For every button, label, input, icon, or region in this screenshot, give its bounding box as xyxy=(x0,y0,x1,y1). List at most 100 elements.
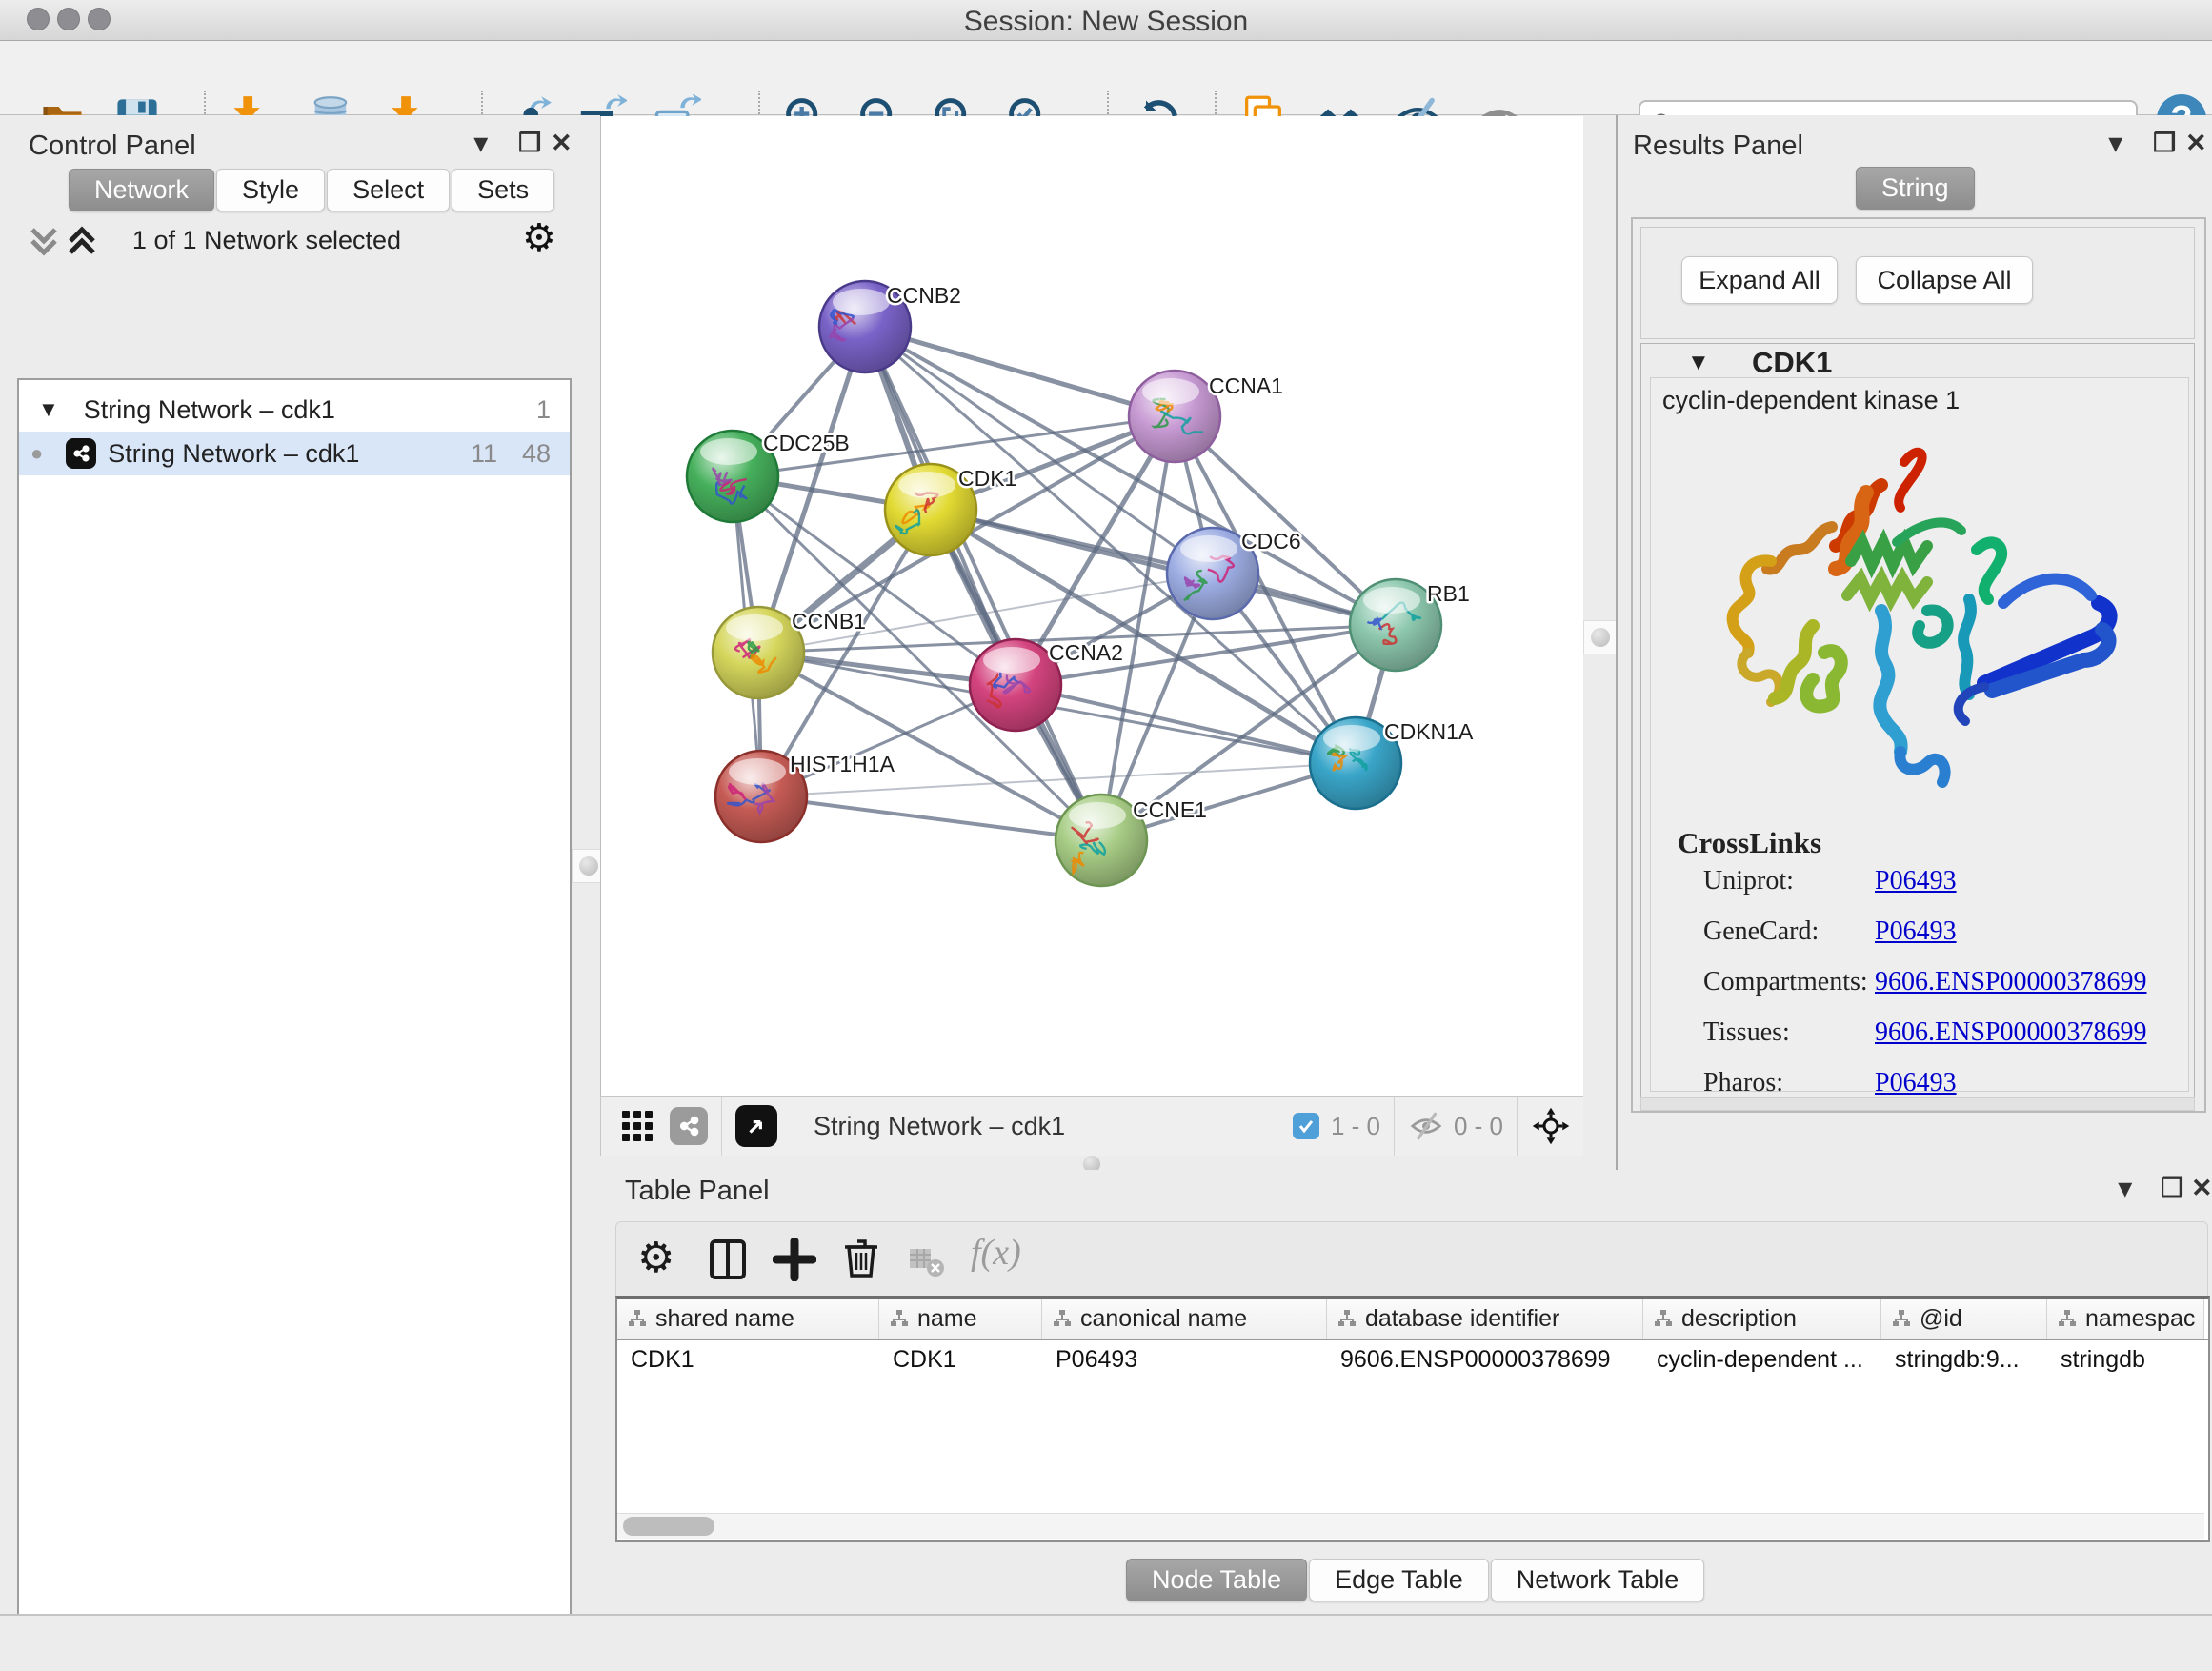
network-current-dot-icon: ● xyxy=(30,441,43,466)
crosslink-link[interactable]: P06493 xyxy=(1875,1068,1957,1098)
maximize-panel-icon[interactable]: ❒ xyxy=(2161,1174,2183,1203)
crosslink-label: Compartments: xyxy=(1703,967,1868,997)
crosslink-link[interactable]: P06493 xyxy=(1875,916,1957,947)
network-tree: ▼ String Network – cdk1 1 ● String Netwo… xyxy=(17,378,572,1671)
tab-network[interactable]: Network xyxy=(69,169,214,211)
column-header-namespac[interactable]: namespac xyxy=(2047,1299,2204,1339)
collapse-all-button[interactable]: Collapse All xyxy=(1856,256,2033,304)
table-cell[interactable]: 9606.ENSP00000378699 xyxy=(1327,1340,1643,1379)
table-hscrollbar-thumb[interactable] xyxy=(623,1517,714,1536)
protein-structure-image xyxy=(1699,428,2146,818)
node-gloss-highlight xyxy=(1363,587,1420,614)
crosslink-label: GeneCard: xyxy=(1703,916,1819,947)
crosslink-row: GeneCard: P06493 xyxy=(1651,916,2188,967)
node-label-CDK1: CDK1 xyxy=(958,466,1016,491)
edge-CCNB2-CCNA1[interactable] xyxy=(865,327,1175,416)
status-bar: Memory xyxy=(0,1614,2212,1671)
right-splitter-handle[interactable] xyxy=(1583,620,1618,654)
collection-expand-icon[interactable]: ▼ xyxy=(38,397,59,422)
crosslink-link[interactable]: 9606.ENSP00000378699 xyxy=(1875,967,2146,997)
edge-HIST1H1A-CCNE1[interactable] xyxy=(761,796,1101,840)
table-tabs: Node TableEdge TableNetwork Table xyxy=(1126,1559,1706,1601)
node-label-CCNA2: CCNA2 xyxy=(1049,640,1123,665)
network-selection-status: 1 of 1 Network selected xyxy=(0,226,533,255)
network-collection-row[interactable]: ▼ String Network – cdk1 1 xyxy=(19,388,570,432)
network-options-gear-icon[interactable]: ⚙ xyxy=(522,216,556,260)
tab-network-table[interactable]: Network Table xyxy=(1491,1559,1705,1601)
table-cell[interactable]: CDK1 xyxy=(617,1340,879,1379)
tab-sets[interactable]: Sets xyxy=(452,169,554,211)
crosslink-row: Tissues:9606.ENSP00000378699 xyxy=(1651,1017,2188,1068)
column-header-description[interactable]: description xyxy=(1643,1299,1881,1339)
crosslink-row: Uniprot: P06493 xyxy=(1651,866,2188,916)
close-panel-icon[interactable]: ✕ xyxy=(2185,129,2207,158)
results-hscrollbar[interactable] xyxy=(1640,1097,2195,1111)
maximize-panel-icon[interactable]: ❒ xyxy=(2153,129,2176,158)
node-CCNA1[interactable] xyxy=(1129,371,1220,462)
fit-content-crosshair-icon[interactable] xyxy=(1531,1106,1571,1146)
crosslink-link[interactable]: 9606.ENSP00000378699 xyxy=(1875,1017,2146,1048)
gene-collapse-icon[interactable]: ▼ xyxy=(1687,350,1710,376)
node-label-CCNA1: CCNA1 xyxy=(1209,373,1283,398)
column-header-canonical-name[interactable]: canonical name xyxy=(1042,1299,1327,1339)
close-panel-icon[interactable]: ✕ xyxy=(551,129,573,158)
results-buttons-box: Expand All Collapse All xyxy=(1640,227,2195,339)
network-edge-count: 48 xyxy=(522,439,551,469)
expand-all-button[interactable]: Expand All xyxy=(1681,256,1838,304)
node-CCNB1[interactable] xyxy=(713,607,804,698)
tab-string[interactable]: String xyxy=(1856,167,1975,210)
string-network-icon xyxy=(66,438,96,469)
crosslink-link[interactable]: P06493 xyxy=(1875,866,1957,896)
edge-CDK1-RB1[interactable] xyxy=(931,510,1396,625)
table-settings-gear-icon[interactable]: ⚙ xyxy=(637,1234,674,1282)
node-CCNA2[interactable] xyxy=(970,639,1061,731)
selected-nodes-checkbox[interactable] xyxy=(1293,1113,1319,1139)
node-label-RB1: RB1 xyxy=(1427,581,1470,606)
left-splitter[interactable] xyxy=(572,115,600,1614)
tab-edge-table[interactable]: Edge Table xyxy=(1309,1559,1489,1601)
table-cell[interactable]: stringdb xyxy=(2047,1340,2204,1379)
collection-count: 1 xyxy=(536,395,551,425)
toolbar-divider xyxy=(721,1097,722,1156)
network-view-toolbar: String Network – cdk1 1 - 0 0 - 0 xyxy=(600,1096,1585,1157)
bottom-splitter[interactable] xyxy=(600,1156,1583,1170)
add-column-icon[interactable] xyxy=(773,1238,816,1281)
table-cell[interactable]: P06493 xyxy=(1042,1340,1327,1379)
node-gloss-highlight xyxy=(726,614,783,641)
string-view-icon[interactable] xyxy=(670,1107,708,1145)
crosslink-label: Uniprot: xyxy=(1703,866,1794,896)
tab-select[interactable]: Select xyxy=(327,169,450,211)
tab-style[interactable]: Style xyxy=(216,169,325,211)
float-panel-icon[interactable]: ▾ xyxy=(2109,129,2122,158)
grid-view-icon[interactable] xyxy=(618,1107,656,1145)
table-panel-title: Table Panel xyxy=(625,1176,770,1207)
gene-details: cyclin-dependent kinase 1 xyxy=(1650,377,2189,1092)
close-panel-icon[interactable]: ✕ xyxy=(2191,1174,2212,1203)
network-canvas[interactable]: CCNB2CCNA1CDC25BCDK1CDC6RB1CCNB1CCNA2CDK… xyxy=(600,116,1585,1096)
node-label-CCNB2: CCNB2 xyxy=(887,283,961,308)
column-header-shared-name[interactable]: shared name xyxy=(617,1299,879,1339)
table-cell[interactable]: CDK1 xyxy=(879,1340,1042,1379)
title-bar: Session: New Session xyxy=(0,0,2212,41)
edge-CCNB2-CCNE1[interactable] xyxy=(865,327,1101,840)
table-row[interactable]: CDK1CDK1P064939606.ENSP00000378699cyclin… xyxy=(617,1340,2208,1379)
node-label-CDC6: CDC6 xyxy=(1241,529,1301,554)
float-panel-icon[interactable]: ▾ xyxy=(2119,1174,2132,1203)
tab-node-table[interactable]: Node Table xyxy=(1126,1559,1307,1601)
network-node-count: 11 xyxy=(471,439,497,469)
column-header-id[interactable]: @id xyxy=(1881,1299,2047,1339)
table-hscrollbar-track[interactable] xyxy=(617,1513,2204,1539)
birdseye-view-icon[interactable] xyxy=(735,1105,777,1147)
network-row[interactable]: ● String Network – cdk1 11 48 xyxy=(19,432,570,475)
table-cell[interactable]: cyclin-dependent ... xyxy=(1643,1340,1881,1379)
right-splitter[interactable] xyxy=(1583,115,1616,1170)
delete-column-icon[interactable] xyxy=(839,1236,883,1279)
column-header-name[interactable]: name xyxy=(879,1299,1042,1339)
float-panel-icon[interactable]: ▾ xyxy=(474,129,488,158)
toolbar-divider xyxy=(1517,1097,1518,1156)
column-header-database-identifier[interactable]: database identifier xyxy=(1327,1299,1643,1339)
table-cell[interactable]: stringdb:9... xyxy=(1881,1340,2047,1379)
node-label-HIST1H1A: HIST1H1A xyxy=(790,752,895,776)
maximize-panel-icon[interactable]: ❒ xyxy=(518,129,541,158)
show-columns-icon[interactable] xyxy=(706,1238,750,1281)
